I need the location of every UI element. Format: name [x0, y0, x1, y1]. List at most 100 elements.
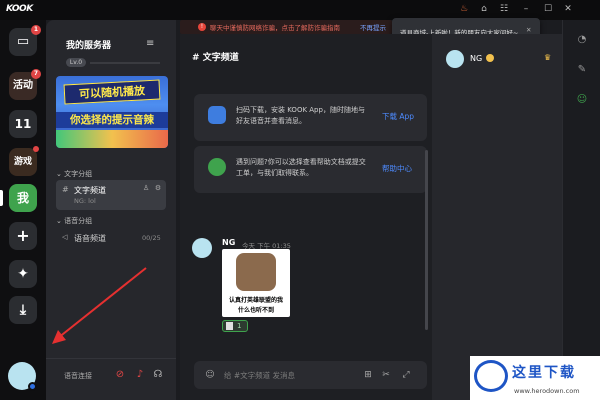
channel-panel: 我的服务器 ≡ Lv.0 可以随机播放 你选择的提示音辣 ⌄ 文字分组 # 文字… — [46, 20, 176, 400]
add-server-button[interactable]: + — [9, 222, 37, 250]
discover-button[interactable]: ✦ — [9, 260, 37, 288]
crown-icon: ♛ — [544, 53, 552, 62]
voice-connect-label[interactable]: 语音连接 — [64, 371, 92, 381]
shirt-menu-icon[interactable]: ☷ — [498, 3, 510, 15]
reaction-count: 1 — [237, 322, 242, 330]
level-badge: Lv.0 — [66, 58, 86, 67]
chat-area: # 文字频道 扫码下载，安装 KOOK App，随时随地与好友语音并查看消息。 … — [180, 34, 432, 400]
sparkle-icon: ✦ — [17, 266, 29, 282]
page-title: 文字频道 — [202, 53, 239, 63]
category-label: 文字分组 — [64, 170, 93, 178]
unread-dot — [33, 146, 39, 152]
channel-header: # 文字频道 — [192, 50, 239, 63]
voice-bar: 语音连接 ⊘ ♪ ☊ — [46, 358, 176, 394]
member-name[interactable]: NG — [470, 54, 482, 63]
meme-caption-1: 认真打英雄联盟的我 — [228, 297, 283, 304]
member-list: NG ♛ — [432, 34, 562, 400]
plus-icon: + — [16, 226, 30, 245]
chat-scrollbar[interactable] — [425, 150, 428, 330]
unread-badge: 1 — [31, 25, 41, 35]
download-button[interactable]: ⤓ — [9, 296, 37, 324]
server-title[interactable]: 我的服务器 — [66, 38, 111, 51]
pin-icon[interactable]: ✎ — [576, 64, 588, 76]
headphones-icon[interactable]: ☊ — [152, 369, 164, 381]
hash-icon: # — [192, 53, 203, 63]
warning-icon: ! — [198, 23, 206, 31]
online-status-icon — [28, 382, 37, 391]
channel-last-message: NG: lol — [74, 197, 96, 205]
add-attachment-icon[interactable]: ⊞ — [362, 369, 374, 381]
channel-item-text[interactable]: # 文字频道 NG: lol ♙ ⚙ — [56, 180, 166, 210]
channel-item-voice[interactable]: ◁ 语音频道 00/25 — [56, 231, 166, 245]
avatar[interactable] — [192, 238, 212, 258]
settings-icon[interactable]: ⚙ — [154, 184, 162, 192]
scissors-icon[interactable]: ✂ — [380, 369, 392, 381]
reaction-emoji-icon — [226, 322, 233, 330]
card-text: 遇到问题?你可以选择查看帮助文档或提交工单，与我们取得联系。 — [236, 158, 366, 177]
download-icon: ⤓ — [19, 302, 27, 318]
server-rail: ▭ 1 活动 7 11 游戏 我 + ✦ ⤓ — [0, 20, 46, 400]
server-label: 11 — [14, 117, 32, 131]
watermark-logo — [474, 360, 508, 392]
server-11[interactable]: 11 — [9, 110, 37, 138]
help-card: 遇到问题?你可以选择查看帮助文档或提交工单，与我们取得联系。 帮助中心 — [194, 146, 427, 193]
text-category[interactable]: ⌄ 文字分组 — [56, 169, 92, 179]
phone-icon — [208, 106, 226, 124]
direct-messages-button[interactable]: ▭ 1 — [9, 25, 41, 56]
channel-name: 文字频道 — [74, 186, 106, 195]
banner-dismiss-link[interactable]: 不再提示 — [360, 22, 386, 32]
active-server-indicator — [0, 190, 3, 206]
bell-icon[interactable]: ◔ — [576, 34, 588, 46]
composer-placeholder[interactable]: 给 #文字频道 发消息 — [224, 370, 295, 381]
card-text: 扫码下载，安装 KOOK App，随时随地与好友语音并查看消息。 — [236, 106, 365, 125]
chevron-down-icon: ⌄ — [56, 217, 65, 225]
download-app-card: 扫码下载，安装 KOOK App，随时随地与好友语音并查看消息。 下载 App — [194, 94, 427, 141]
avatar[interactable] — [446, 50, 464, 68]
unread-badge: 7 — [31, 69, 41, 79]
download-app-link[interactable]: 下载 App — [382, 111, 414, 122]
category-label: 语音分组 — [64, 217, 93, 225]
member-badge-icon — [486, 54, 494, 62]
members-icon[interactable]: ☺ — [576, 94, 588, 106]
banner-text[interactable]: 聊天中谨慎防网络诈骗，点击了解防诈骗指南 — [210, 22, 340, 32]
help-center-link[interactable]: 帮助中心 — [382, 163, 412, 174]
server-label: 我 — [16, 191, 29, 205]
maximize-icon[interactable]: ☐ — [542, 3, 554, 15]
message-composer[interactable]: ☺ 给 #文字频道 发消息 ⊞ ✂ ⤢ — [194, 361, 427, 389]
hash-icon: # — [62, 185, 69, 194]
level-progress-bar — [90, 62, 160, 64]
tooltip-close-icon[interactable]: ✕ — [526, 26, 531, 34]
promo-art — [56, 130, 168, 148]
voice-member-count: 00/25 — [142, 234, 161, 242]
expand-icon[interactable]: ⤢ — [400, 369, 412, 381]
title-bar: KOOK ♨ ⌂ ☷ – ☐ ✕ — [0, 0, 600, 20]
meme-face — [236, 253, 276, 291]
promo-title: 可以随机播放 — [63, 79, 161, 105]
meme-image[interactable]: 认真打英雄联盟的我 什么也听不到 — [222, 249, 290, 317]
voice-category[interactable]: ⌄ 语音分组 — [56, 216, 92, 226]
mic-off-icon[interactable]: ♪ — [134, 369, 146, 381]
chevron-down-icon: ⌄ — [56, 170, 65, 178]
message-author[interactable]: NG — [222, 238, 235, 247]
fraud-warning-banner: ! 聊天中谨慎防网络诈骗，点击了解防诈骗指南 不再提示 — [180, 20, 392, 34]
user-avatar[interactable] — [8, 362, 37, 391]
shop-icon[interactable]: ⌂ — [478, 3, 490, 15]
minimize-icon[interactable]: – — [520, 3, 532, 15]
right-toolbar: ◔ ✎ ☺ — [562, 20, 600, 400]
emoji-icon[interactable]: ☺ — [204, 369, 216, 381]
camera-off-icon[interactable]: ⊘ — [114, 369, 126, 381]
menu-icon[interactable]: ≡ — [146, 38, 154, 49]
meme-caption-2: 什么也听不到 — [237, 307, 274, 314]
shirt-icon[interactable]: ♨ — [458, 3, 470, 15]
channel-name: 语音频道 — [74, 234, 106, 243]
close-icon[interactable]: ✕ — [562, 3, 574, 15]
server-my[interactable]: 我 — [9, 184, 37, 212]
server-label: 游戏 — [13, 157, 32, 167]
add-member-icon[interactable]: ♙ — [142, 184, 150, 192]
server-label: 活动 — [13, 80, 33, 91]
server-activity[interactable]: 活动 7 — [9, 69, 41, 100]
promo-banner[interactable]: 可以随机播放 你选择的提示音辣 — [56, 76, 168, 148]
server-game[interactable]: 游戏 — [9, 146, 39, 176]
site-watermark: 这里下载 www.herodown.com — [470, 356, 600, 400]
reaction-chip[interactable]: 1 — [222, 320, 248, 332]
